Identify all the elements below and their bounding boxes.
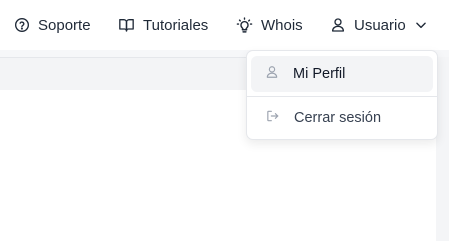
logout-icon — [265, 109, 280, 127]
book-open-icon — [118, 17, 135, 33]
help-circle-icon — [14, 17, 30, 33]
menu-item-label: Mi Perfil — [293, 66, 346, 82]
nav-item-label: Usuario — [354, 16, 406, 34]
menu-divider — [247, 96, 437, 97]
menu-item-label: Cerrar sesión — [294, 110, 382, 126]
top-navbar: Soporte Tutoriales Whois Usuario — [0, 0, 449, 50]
nav-item-label: Whois — [261, 16, 303, 34]
nav-item-label: Tutoriales — [143, 16, 209, 34]
menu-item-mi-perfil[interactable]: Mi Perfil — [251, 56, 433, 92]
lightbulb-icon — [236, 16, 253, 34]
user-menu-trigger[interactable]: Usuario — [330, 12, 428, 38]
nav-item-label: Soporte — [38, 16, 91, 34]
nav-item-tutoriales[interactable]: Tutoriales — [118, 12, 208, 38]
menu-item-cerrar-sesion[interactable]: Cerrar sesión — [251, 100, 433, 136]
chevron-down-icon — [414, 18, 428, 32]
nav-item-whois[interactable]: Whois — [236, 12, 303, 38]
user-icon — [265, 65, 279, 83]
nav-item-soporte[interactable]: Soporte — [14, 12, 91, 38]
user-dropdown-menu: Mi Perfil Cerrar sesión — [246, 50, 438, 140]
user-icon — [330, 17, 346, 33]
